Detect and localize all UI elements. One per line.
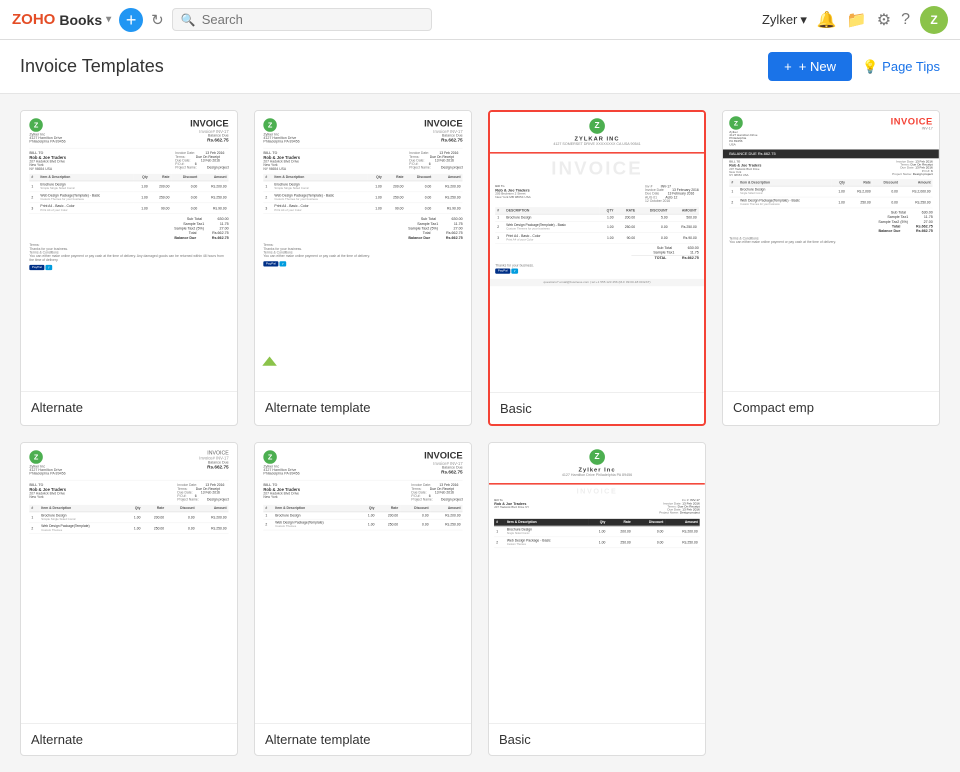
app-logo[interactable]: ZOHO Books ▾ (12, 11, 111, 28)
books-text: Books (59, 12, 102, 28)
new-label: + New (799, 59, 836, 74)
template-label-alternate-template: Alternate template (255, 391, 471, 423)
template-card-alternate-2[interactable]: Z Zylker Inc4127 Hamilton DrivePhiladelp… (20, 442, 238, 756)
page-tips-button[interactable]: 💡 Page Tips (862, 59, 940, 75)
template-preview-alternate-template: Z Zylker Inc4127 Hamilton DrivePhiladelp… (255, 111, 471, 391)
template-preview-basic: Z ZYLKAR INC 4127 SOMERSET DRIVE XXXXXXX… (490, 112, 704, 392)
template-card-alternate[interactable]: Z Zylker Inc4127 Hamilton DrivePhiladelp… (20, 110, 238, 426)
template-label-alternate: Alternate (21, 391, 237, 423)
template-grid: Z Zylker Inc4127 Hamilton DrivePhiladelp… (20, 110, 940, 426)
template-preview-alternate-template-2: Z Zylker Inc4127 Hamilton DrivePhiladelp… (255, 443, 471, 723)
plus-icon: + (784, 59, 792, 74)
template-label-alternate-template-2: Alternate template (255, 723, 471, 755)
template-card-basic-2[interactable]: Z Zylker Inc 4127 Hamilton Drive Philade… (488, 442, 706, 756)
search-bar[interactable]: 🔍 (172, 8, 432, 31)
nav-right: Zylker ▾ 🔔 📁 ⚙ ? Z (762, 6, 948, 34)
chevron-down-icon[interactable]: ▾ (106, 14, 111, 25)
lightbulb-icon: 💡 (862, 59, 878, 75)
top-navigation: ZOHO Books ▾ + ↻ 🔍 Zylker ▾ 🔔 📁 ⚙ ? Z (0, 0, 960, 40)
template-label-alternate-2: Alternate (21, 723, 237, 755)
template-card-alternate-template[interactable]: Z Zylker Inc4127 Hamilton DrivePhiladelp… (254, 110, 472, 426)
files-button[interactable]: 📁 (847, 10, 867, 30)
template-grid-container: Z Zylker Inc4127 Hamilton DrivePhiladelp… (0, 94, 960, 772)
template-preview-alternate-2: Z Zylker Inc4127 Hamilton DrivePhiladelp… (21, 443, 237, 723)
page-tips-label: Page Tips (882, 59, 940, 74)
user-menu[interactable]: Zylker ▾ (762, 12, 807, 28)
zoho-text: ZOHO (12, 11, 55, 28)
template-label-compact-emp: Compact emp (723, 391, 939, 423)
username: Zylker (762, 12, 797, 27)
template-label-basic-2: Basic (489, 723, 705, 755)
template-label-basic: Basic (490, 392, 704, 424)
template-card-compact-emp[interactable]: Z Zylker4127 Hamilton DrivePhiladelphiaP… (722, 110, 940, 426)
page-header: Invoice Templates + + New 💡 Page Tips (0, 40, 960, 94)
template-preview-alternate: Z Zylker Inc4127 Hamilton DrivePhiladelp… (21, 111, 237, 391)
search-input[interactable] (202, 12, 423, 27)
help-button[interactable]: ? (901, 11, 910, 29)
new-button[interactable]: + + New (768, 52, 852, 81)
page-title: Invoice Templates (20, 56, 164, 77)
avatar[interactable]: Z (920, 6, 948, 34)
template-card-alternate-template-2[interactable]: Z Zylker Inc4127 Hamilton DrivePhiladelp… (254, 442, 472, 756)
add-button[interactable]: + (119, 8, 143, 32)
template-preview-basic-2: Z Zylker Inc 4127 Hamilton Drive Philade… (489, 443, 705, 723)
settings-button[interactable]: ⚙ (877, 10, 891, 30)
header-actions: + + New 💡 Page Tips (768, 52, 940, 81)
refresh-button[interactable]: ↻ (151, 11, 164, 29)
search-icon: 🔍 (181, 13, 196, 27)
template-preview-compact-emp: Z Zylker4127 Hamilton DrivePhiladelphiaP… (723, 111, 939, 391)
template-grid-row2: Z Zylker Inc4127 Hamilton DrivePhiladelp… (20, 442, 940, 756)
template-card-basic[interactable]: Z ZYLKAR INC 4127 SOMERSET DRIVE XXXXXXX… (488, 110, 706, 426)
user-chevron-icon: ▾ (800, 12, 807, 28)
notifications-button[interactable]: 🔔 (817, 10, 837, 30)
